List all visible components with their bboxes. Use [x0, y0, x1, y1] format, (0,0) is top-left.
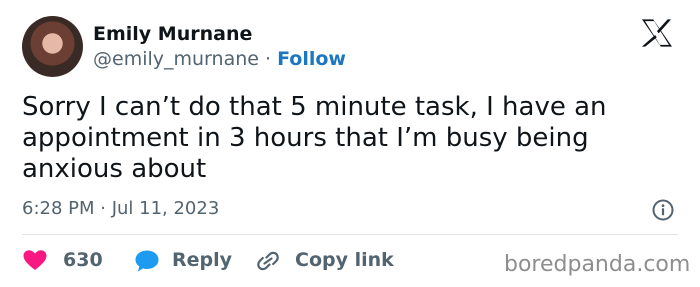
- divider: [22, 234, 678, 235]
- copy-link-label: Copy link: [295, 249, 394, 271]
- like-count: 630: [63, 249, 103, 271]
- watermark: boredpanda.com: [504, 252, 691, 277]
- info-icon[interactable]: [652, 199, 674, 221]
- link-icon: [257, 251, 279, 271]
- copy-link-button[interactable]: Copy link: [255, 247, 395, 273]
- author-handle[interactable]: @emily_murnane: [93, 48, 259, 70]
- like-button[interactable]: 630: [22, 247, 112, 273]
- handle-separator: ·: [265, 48, 272, 70]
- reply-label: Reply: [172, 249, 233, 271]
- avatar[interactable]: [22, 16, 83, 77]
- heart-icon: [23, 250, 47, 270]
- tweet-text: Sorry I can’t do that 5 minute task, I h…: [22, 92, 607, 184]
- speech-bubble-icon: [135, 250, 159, 272]
- x-logo-icon[interactable]: [640, 18, 674, 48]
- tweet-card: Emily Murnane @emily_murnane · Follow So…: [0, 0, 700, 287]
- author-handle-row: @emily_murnane · Follow: [93, 47, 346, 71]
- author-name[interactable]: Emily Murnane: [93, 22, 252, 46]
- tweet-timestamp[interactable]: 6:28 PM · Jul 11, 2023: [22, 197, 219, 221]
- reply-button[interactable]: Reply: [134, 247, 244, 273]
- follow-button[interactable]: Follow: [277, 48, 346, 70]
